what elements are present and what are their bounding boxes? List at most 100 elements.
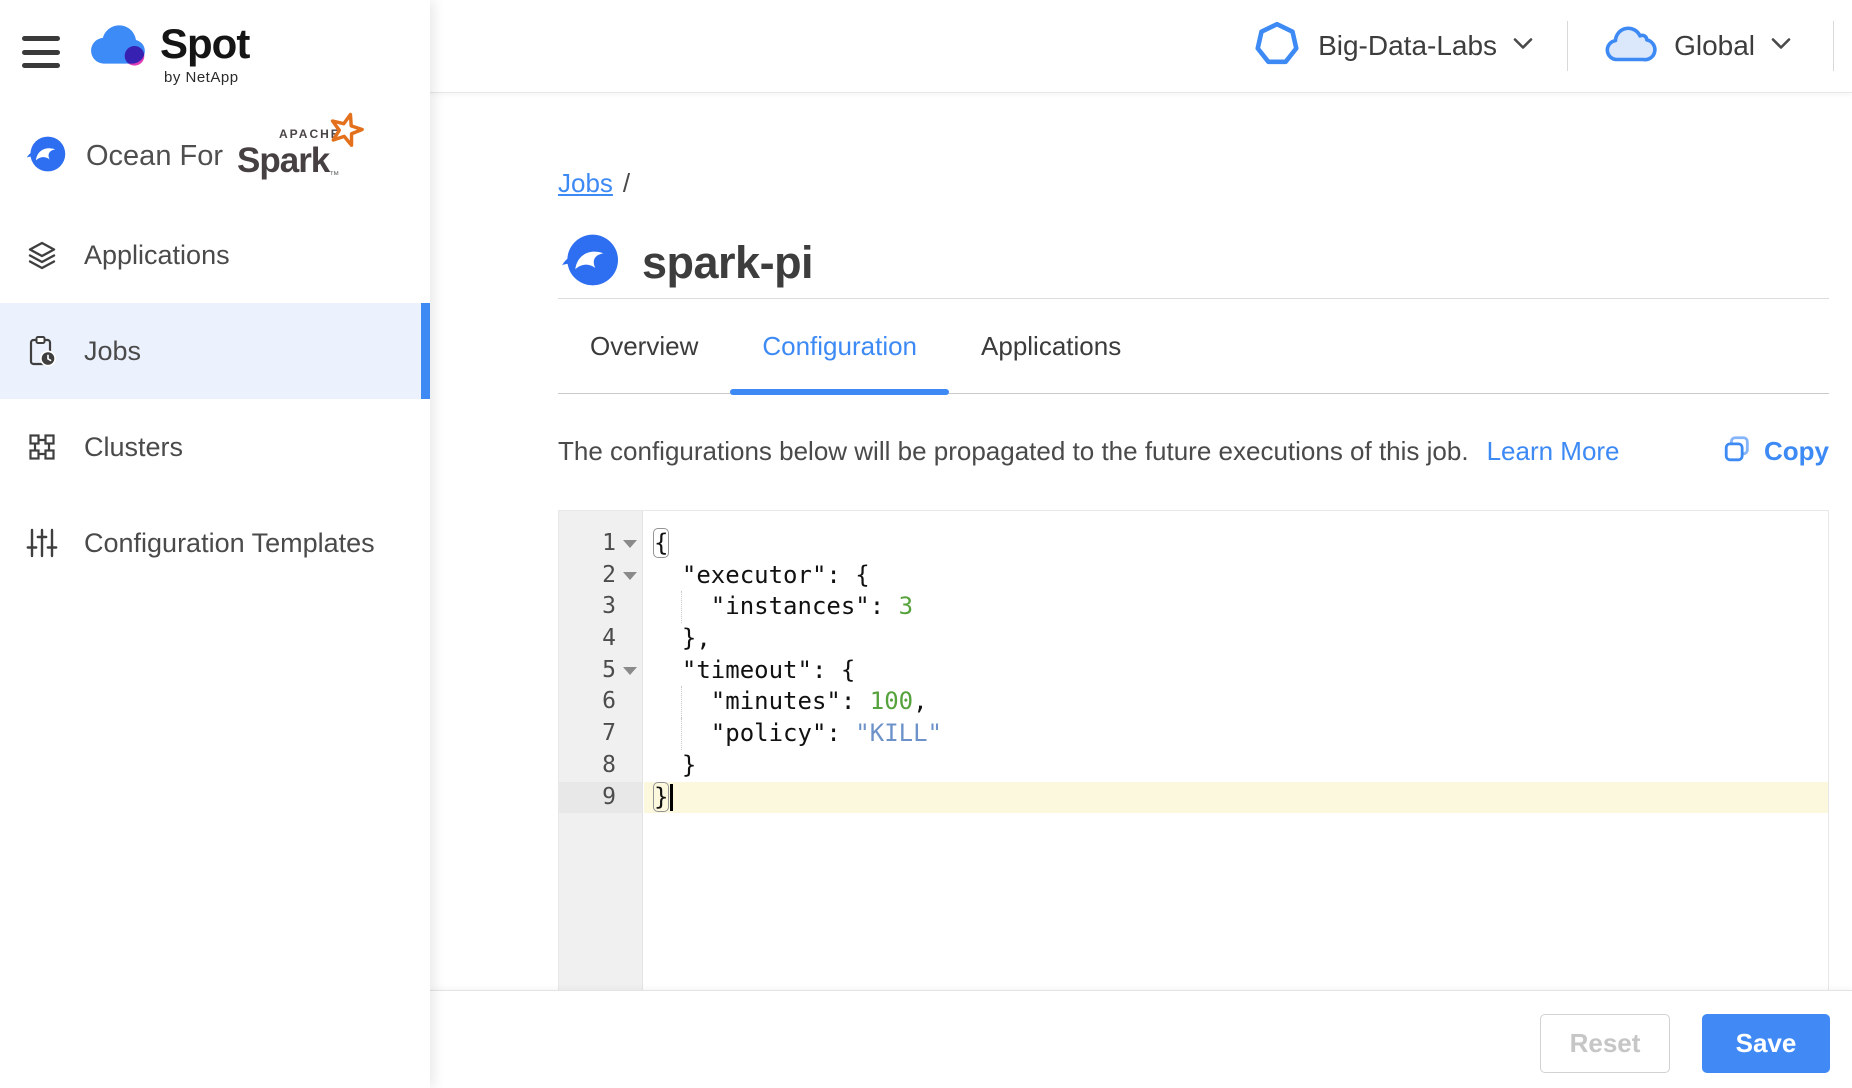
org-selector-label: Big-Data-Labs: [1318, 30, 1497, 62]
sidebar-item-applications[interactable]: Applications: [0, 207, 430, 303]
apache-spark-logo: APACHE Spark™: [237, 133, 339, 181]
code-token: }: [653, 782, 669, 812]
spot-cloud-icon: [88, 20, 150, 77]
tab-label: Overview: [590, 331, 698, 362]
spot-logo[interactable]: Spot by NetApp: [88, 20, 249, 86]
sidebar-item-label: Configuration Templates: [84, 528, 375, 559]
code-token: 100: [870, 687, 913, 715]
tab-applications[interactable]: Applications: [949, 299, 1153, 393]
fold-arrow-icon[interactable]: [623, 572, 637, 580]
heptagon-icon: [1252, 19, 1302, 74]
tab-label: Applications: [981, 331, 1121, 362]
ocean-for-label: Ocean For: [86, 140, 223, 173]
cloud-icon: [1602, 21, 1658, 72]
page-title: spark-pi: [642, 237, 813, 289]
ocean-for-spark-link[interactable]: Ocean For APACHE Spark™: [24, 132, 339, 181]
code-token: "policy":: [653, 719, 855, 747]
fold-arrow-icon[interactable]: [623, 540, 637, 548]
line-number: 3: [559, 591, 642, 623]
clipboard-clock-icon: [26, 335, 58, 367]
code-line-active[interactable]: }: [644, 782, 1828, 814]
code-token: ,: [913, 687, 927, 715]
save-button[interactable]: Save: [1702, 1014, 1830, 1073]
sidebar-item-label: Jobs: [84, 336, 141, 367]
sidebar: Spot by NetApp Ocean For APACHE Spark™: [0, 0, 430, 1088]
description-row: The configurations below will be propaga…: [558, 424, 1829, 478]
line-number: 6: [559, 686, 642, 718]
code-line[interactable]: "timeout": {: [644, 655, 1828, 687]
breadcrumb-separator: /: [623, 168, 630, 198]
tab-bar: Overview Configuration Applications: [558, 299, 1829, 394]
code-line[interactable]: },: [644, 623, 1828, 655]
breadcrumb: Jobs /: [558, 168, 630, 199]
org-selector[interactable]: Big-Data-Labs: [1252, 19, 1533, 74]
hamburger-bar: [22, 36, 60, 41]
selected-indicator-bar: [421, 303, 430, 399]
sidebar-item-label: Clusters: [84, 432, 183, 463]
indent-guide: [681, 686, 682, 718]
code-token: "timeout": {: [653, 656, 855, 684]
action-footer: Reset Save: [430, 990, 1852, 1088]
top-header: Big-Data-Labs Global: [430, 0, 1852, 93]
code-line[interactable]: }: [644, 750, 1828, 782]
line-number: 8: [559, 750, 642, 782]
spark-wordmark: Spark: [237, 141, 329, 180]
code-token: 3: [899, 592, 913, 620]
scope-selector[interactable]: Global: [1602, 21, 1791, 72]
code-line[interactable]: "executor": {: [644, 560, 1828, 592]
chevron-down-icon: [1771, 37, 1791, 55]
code-token: {: [653, 528, 669, 558]
line-number: 5: [559, 655, 642, 687]
sliders-icon: [26, 527, 58, 559]
spot-byline: by NetApp: [164, 69, 249, 86]
hamburger-menu-icon[interactable]: [22, 36, 60, 68]
line-number: 4: [559, 623, 642, 655]
cluster-nodes-icon: [26, 431, 58, 463]
main-content: Jobs / spark-pi Overview Configuration: [430, 94, 1852, 990]
code-line[interactable]: "instances": 3: [644, 591, 1828, 623]
text-cursor: [670, 784, 673, 811]
hamburger-bar: [22, 63, 60, 68]
fold-arrow-icon[interactable]: [623, 667, 637, 675]
copy-icon: [1722, 434, 1752, 469]
editor-text-area[interactable]: { "executor": { "instances": 3 }, "timeo…: [644, 511, 1828, 990]
line-number: 1: [559, 528, 642, 560]
line-number: 2: [559, 560, 642, 592]
tab-overview[interactable]: Overview: [558, 299, 730, 393]
code-line[interactable]: "minutes": 100,: [644, 686, 1828, 718]
description-text: The configurations below will be propaga…: [558, 436, 1469, 467]
tab-configuration[interactable]: Configuration: [730, 299, 949, 393]
spark-trademark: ™: [329, 170, 339, 181]
code-token: "executor": {: [653, 561, 870, 589]
line-number: 7: [559, 718, 642, 750]
code-token: "KILL": [855, 719, 942, 747]
line-number: 9: [559, 782, 642, 814]
code-token: "instances":: [653, 592, 899, 620]
sidebar-item-clusters[interactable]: Clusters: [0, 399, 430, 495]
sidebar-item-configuration-templates[interactable]: Configuration Templates: [0, 495, 430, 591]
sidebar-item-jobs[interactable]: Jobs: [0, 303, 430, 399]
code-line[interactable]: "policy": "KILL": [644, 718, 1828, 750]
code-token: "minutes":: [653, 687, 870, 715]
hamburger-bar: [22, 50, 60, 55]
reset-button[interactable]: Reset: [1540, 1014, 1670, 1073]
tab-label: Configuration: [762, 331, 917, 362]
json-code-editor[interactable]: 1 2 3 4 5 6 7 8 9 { "executor": { "insta…: [558, 510, 1829, 990]
code-line[interactable]: {: [644, 528, 1828, 560]
code-token: },: [653, 624, 711, 652]
layers-icon: [26, 239, 58, 271]
copy-button[interactable]: Copy: [1722, 434, 1829, 469]
spark-star-icon: [327, 111, 365, 154]
header-divider: [1833, 21, 1834, 71]
learn-more-link[interactable]: Learn More: [1487, 436, 1620, 467]
code-token: }: [653, 751, 696, 779]
chevron-down-icon: [1513, 37, 1533, 55]
breadcrumb-jobs-link[interactable]: Jobs: [558, 168, 613, 198]
indent-guide: [681, 591, 682, 623]
title-row: spark-pi: [558, 228, 813, 297]
header-divider: [1567, 21, 1568, 71]
active-tab-underline: [730, 389, 949, 395]
ocean-wave-icon: [558, 228, 622, 297]
header-controls: Big-Data-Labs Global: [1252, 0, 1852, 92]
sidebar-nav: Applications Jobs: [0, 207, 430, 591]
